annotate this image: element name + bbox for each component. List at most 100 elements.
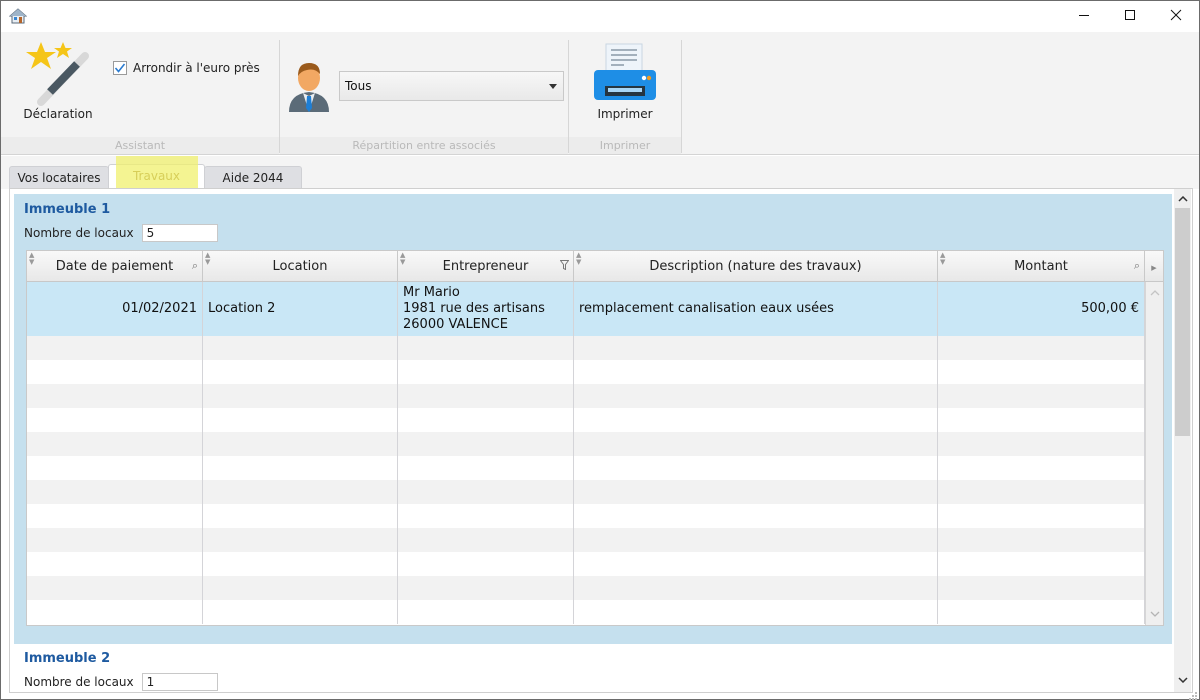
empty-cell[interactable] (574, 552, 938, 576)
round-euro-checkbox[interactable] (113, 61, 127, 75)
empty-cell[interactable] (27, 456, 203, 480)
cell-entrepreneur[interactable]: Mr Mario 1981 rue des artisans 26000 VAL… (398, 282, 574, 336)
empty-cell[interactable] (938, 432, 1145, 456)
filter-icon[interactable] (559, 260, 570, 272)
empty-cell[interactable] (938, 336, 1145, 360)
empty-cell[interactable] (203, 576, 398, 600)
empty-cell[interactable] (203, 360, 398, 384)
resize-grip-icon[interactable] (1189, 689, 1197, 700)
empty-cell[interactable] (574, 408, 938, 432)
empty-cell[interactable] (27, 360, 203, 384)
empty-cell[interactable] (27, 600, 203, 624)
table-row[interactable] (27, 408, 1145, 432)
empty-cell[interactable] (938, 504, 1145, 528)
empty-cell[interactable] (203, 408, 398, 432)
empty-cell[interactable] (398, 384, 574, 408)
content-scrollbar[interactable] (1174, 189, 1191, 692)
empty-cell[interactable] (574, 360, 938, 384)
empty-cell[interactable] (938, 384, 1145, 408)
empty-cell[interactable] (27, 528, 203, 552)
search-icon[interactable]: ⌕ (192, 260, 198, 271)
empty-cell[interactable] (574, 576, 938, 600)
empty-cell[interactable] (938, 600, 1145, 624)
nb-locaux-input[interactable]: 1 (141, 673, 218, 691)
column-header-entrepreneur[interactable]: ▲ ▼ Entrepreneur (398, 251, 574, 281)
empty-cell[interactable] (203, 432, 398, 456)
empty-cell[interactable] (574, 600, 938, 624)
column-header-location[interactable]: ▲ ▼ Location (203, 251, 398, 281)
empty-cell[interactable] (203, 528, 398, 552)
scroll-down-icon[interactable] (1174, 672, 1191, 688)
cell-date[interactable]: 01/02/2021 (27, 282, 203, 336)
empty-cell[interactable] (203, 384, 398, 408)
table-row[interactable] (27, 552, 1145, 576)
tab-vos-locataires[interactable]: Vos locataires (9, 166, 109, 189)
associate-select[interactable]: Tous (339, 71, 564, 101)
empty-cell[interactable] (938, 360, 1145, 384)
empty-cell[interactable] (203, 456, 398, 480)
nb-locaux-input[interactable]: 5 (141, 224, 218, 242)
empty-cell[interactable] (574, 384, 938, 408)
empty-cell[interactable] (27, 336, 203, 360)
cell-location[interactable]: Location 2 (203, 282, 398, 336)
table-row[interactable] (27, 528, 1145, 552)
empty-cell[interactable] (203, 480, 398, 504)
tab-aide-2044[interactable]: Aide 2044 (204, 166, 302, 189)
maximize-button[interactable] (1107, 1, 1153, 32)
empty-cell[interactable] (398, 336, 574, 360)
empty-cell[interactable] (27, 384, 203, 408)
empty-cell[interactable] (398, 456, 574, 480)
tab-travaux[interactable]: Travaux (108, 164, 205, 190)
close-button[interactable] (1153, 1, 1199, 32)
table-row[interactable] (27, 384, 1145, 408)
column-header-montant[interactable]: ▲ ▼ Montant ⌕ (938, 251, 1145, 281)
empty-cell[interactable] (938, 576, 1145, 600)
empty-cell[interactable] (398, 552, 574, 576)
empty-cell[interactable] (574, 456, 938, 480)
minimize-button[interactable] (1061, 1, 1107, 32)
empty-cell[interactable] (574, 480, 938, 504)
search-icon[interactable]: ⌕ (1134, 260, 1140, 271)
print-button[interactable]: Imprimer (581, 40, 669, 128)
empty-cell[interactable] (574, 528, 938, 552)
cell-description[interactable]: remplacement canalisation eaux usées (574, 282, 938, 336)
scroll-up-icon[interactable] (1146, 286, 1163, 300)
table-row[interactable] (27, 504, 1145, 528)
table-row[interactable] (27, 600, 1145, 624)
empty-cell[interactable] (27, 408, 203, 432)
empty-cell[interactable] (574, 336, 938, 360)
empty-cell[interactable] (27, 480, 203, 504)
empty-cell[interactable] (203, 336, 398, 360)
table-row[interactable] (27, 336, 1145, 360)
empty-cell[interactable] (938, 480, 1145, 504)
table-row[interactable] (27, 456, 1145, 480)
table-row[interactable] (27, 576, 1145, 600)
declaration-button[interactable]: Déclaration (19, 40, 97, 128)
empty-cell[interactable] (398, 576, 574, 600)
grid-scrollbar[interactable] (1145, 282, 1163, 625)
empty-cell[interactable] (398, 360, 574, 384)
empty-cell[interactable] (938, 552, 1145, 576)
table-row[interactable] (27, 360, 1145, 384)
scroll-up-icon[interactable] (1174, 191, 1191, 207)
empty-cell[interactable] (398, 528, 574, 552)
cell-montant[interactable]: 500,00 € (938, 282, 1145, 336)
table-row[interactable] (27, 480, 1145, 504)
empty-cell[interactable] (27, 432, 203, 456)
empty-cell[interactable] (203, 600, 398, 624)
empty-cell[interactable] (398, 480, 574, 504)
scroll-thumb[interactable] (1175, 208, 1190, 436)
empty-cell[interactable] (27, 552, 203, 576)
empty-cell[interactable] (938, 456, 1145, 480)
column-header-date[interactable]: ▲ ▼ Date de paiement ⌕ (27, 251, 203, 281)
round-euro-checkbox-row[interactable]: Arrondir à l'euro près (113, 61, 260, 75)
empty-cell[interactable] (27, 576, 203, 600)
empty-cell[interactable] (398, 408, 574, 432)
empty-cell[interactable] (398, 432, 574, 456)
table-row[interactable] (27, 432, 1145, 456)
empty-cell[interactable] (574, 432, 938, 456)
empty-cell[interactable] (938, 408, 1145, 432)
column-header-description[interactable]: ▲ ▼ Description (nature des travaux) (574, 251, 938, 281)
empty-cell[interactable] (27, 504, 203, 528)
empty-cell[interactable] (203, 552, 398, 576)
